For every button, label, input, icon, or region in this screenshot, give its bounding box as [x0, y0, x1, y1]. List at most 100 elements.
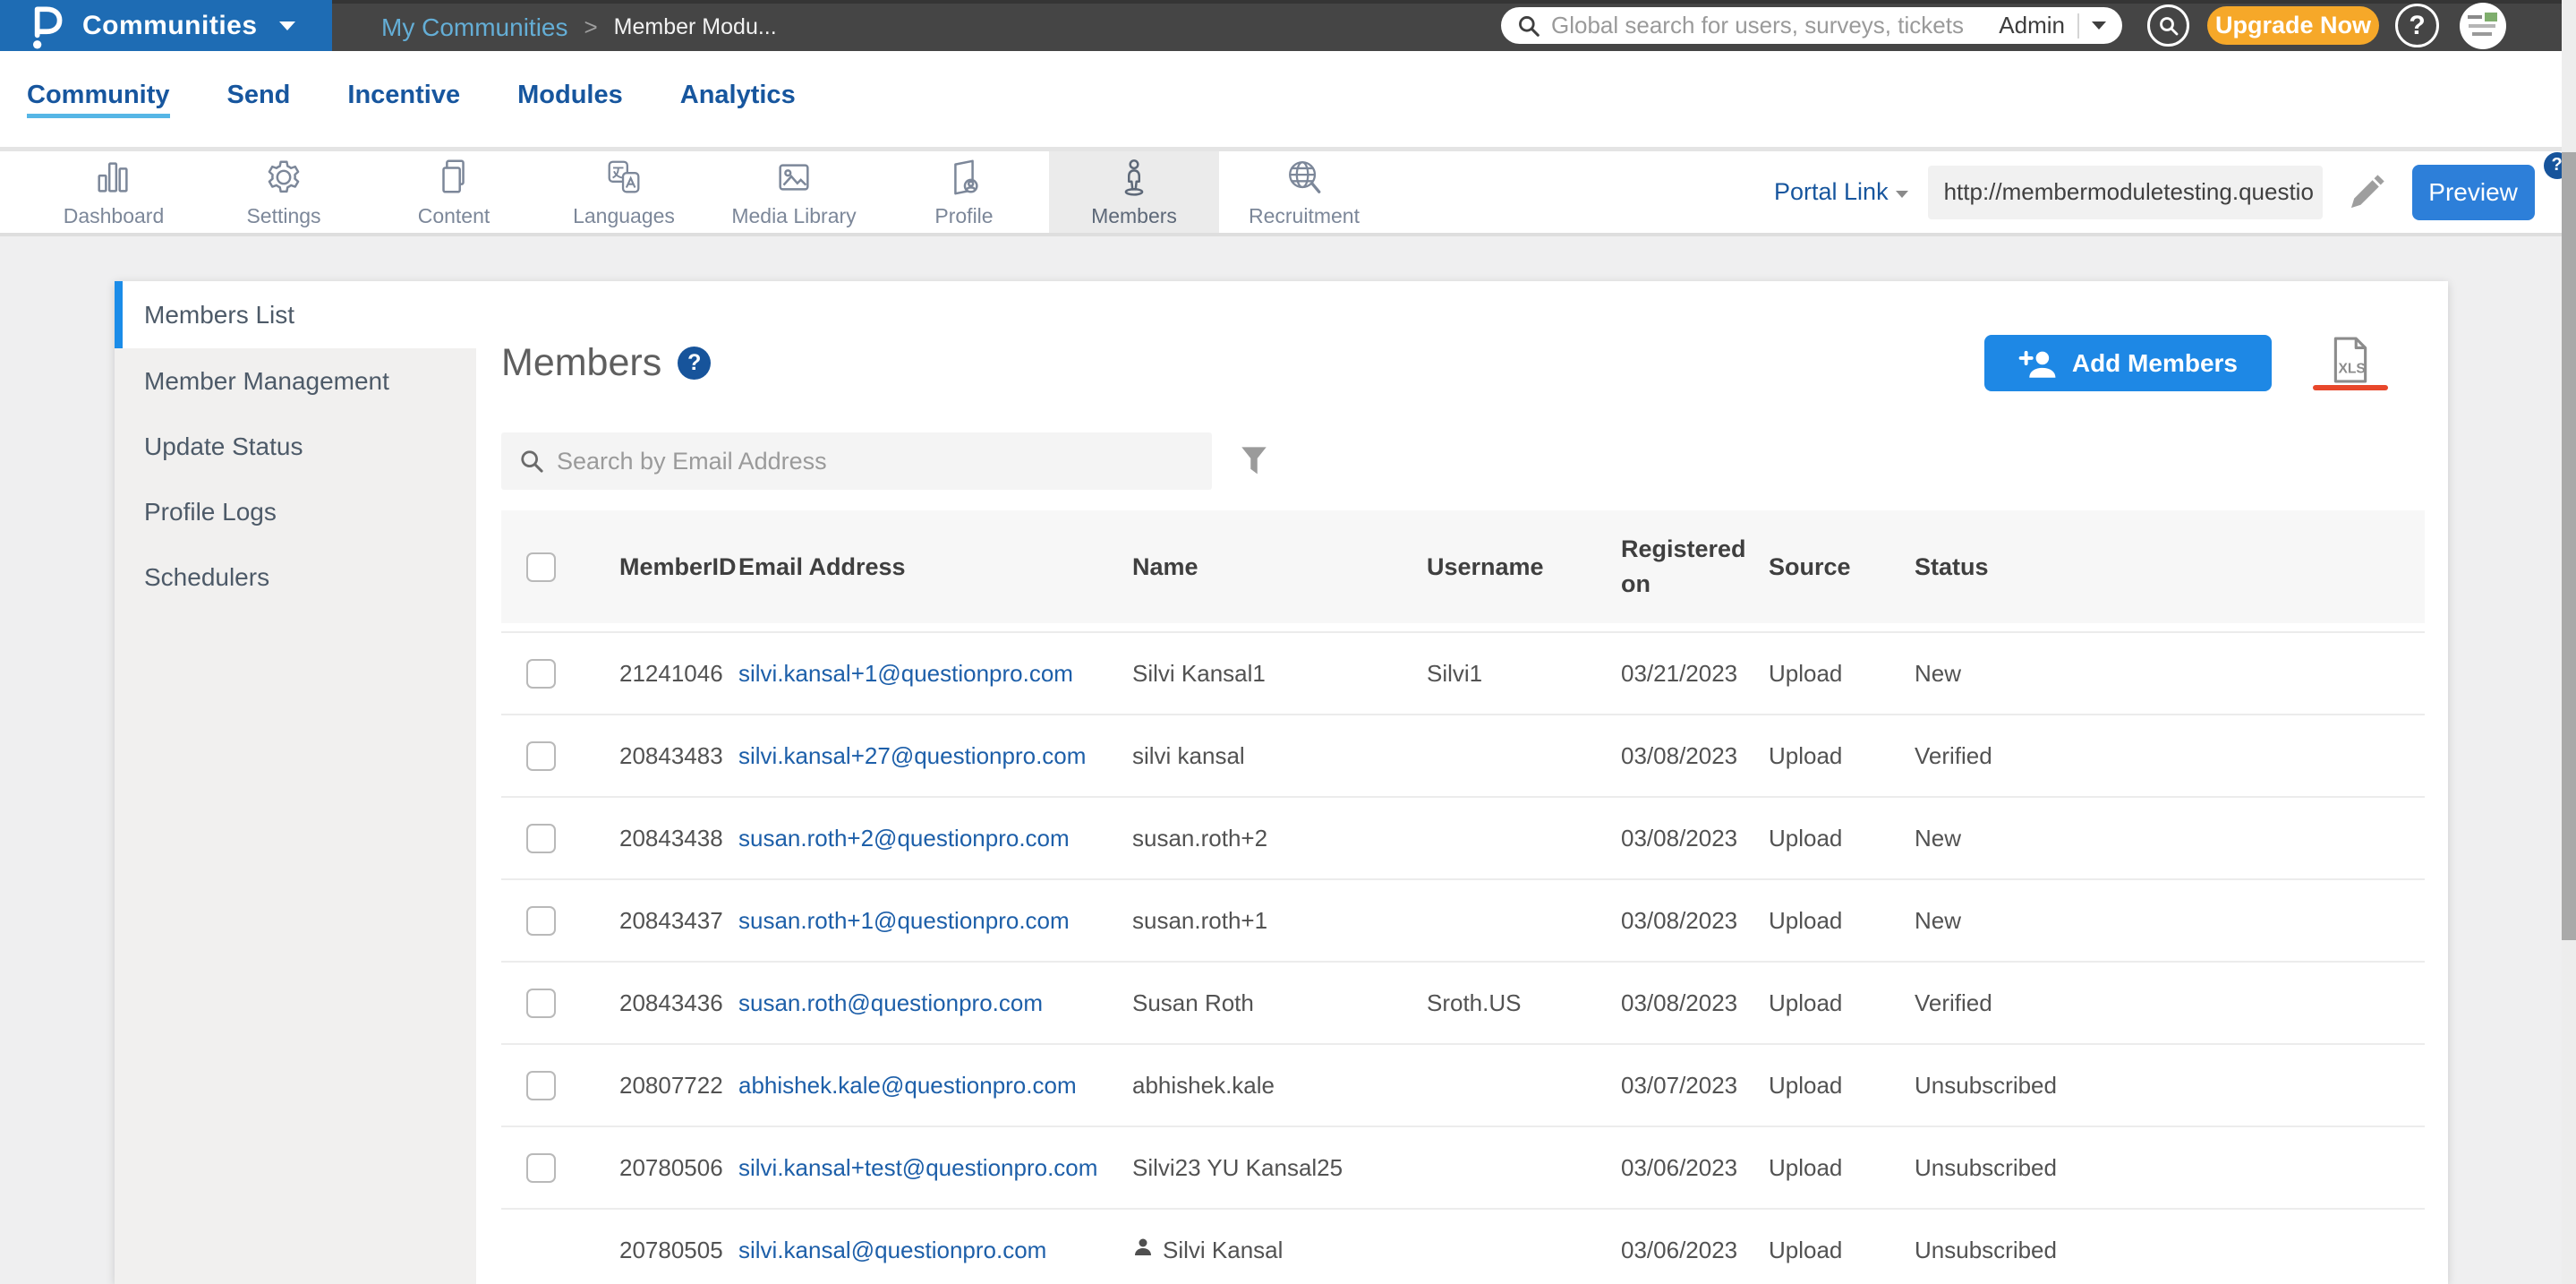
row-checkbox[interactable] [526, 740, 556, 771]
chevron-down-icon[interactable] [1895, 190, 1908, 198]
cell-email-link[interactable]: silvi.kansal@questionpro.com [738, 1237, 1046, 1263]
cell-name: Susan Roth [1132, 989, 1254, 1016]
cell-member-id: 20807722 [619, 1071, 723, 1099]
toolbar-item[interactable]: Content [369, 151, 539, 233]
row-checkbox[interactable] [526, 1152, 556, 1183]
members-card: Members List Member Management Update St… [115, 281, 2448, 1284]
add-members-button[interactable]: Add Members [1983, 335, 2272, 391]
row-checkbox[interactable] [526, 658, 556, 689]
cell-status: Unsubscribed [1915, 1071, 2057, 1099]
scrollbar-thumb[interactable] [2562, 152, 2576, 940]
global-search: Admin [1501, 7, 2122, 44]
cell-source: Upload [1769, 1153, 1843, 1181]
cell-status: New [1915, 906, 1962, 934]
cell-member-id: 20780505 [619, 1236, 723, 1263]
sidebar-item[interactable]: Member Management [115, 348, 476, 414]
search-submit-button[interactable] [2147, 4, 2189, 47]
edit-pencil-icon[interactable] [2348, 174, 2385, 211]
toolbar-item[interactable]: Languages [539, 151, 709, 233]
sidebar-item[interactable]: Members List [115, 281, 476, 348]
col-name[interactable]: Name [1123, 553, 1419, 581]
col-status[interactable]: Status [1906, 553, 2425, 581]
col-registered[interactable]: Registered on [1611, 532, 1759, 602]
cell-source: Upload [1769, 906, 1843, 934]
members-icon [1113, 156, 1155, 199]
portal-link-label[interactable]: Portal Link [1774, 178, 1889, 206]
filter-icon[interactable] [1241, 446, 1267, 476]
search-icon [2159, 16, 2178, 35]
cell-member-id: 20843483 [619, 741, 723, 769]
portal-url-field[interactable]: http://membermoduletesting.questio [1927, 165, 2323, 219]
cell-name: Silvi Kansal1 [1132, 659, 1266, 687]
cell-status: Unsubscribed [1915, 1236, 2057, 1263]
cell-email-link[interactable]: susan.roth+2@questionpro.com [738, 825, 1070, 852]
nav-tab[interactable]: Analytics [680, 81, 796, 118]
table-row: 20843436 susan.roth@questionpro.com Susa… [501, 963, 2425, 1045]
cell-registered: 03/08/2023 [1621, 906, 1738, 934]
toolbar-item[interactable]: Settings [199, 151, 369, 233]
toolbar-item[interactable]: Recruitment [1219, 151, 1389, 233]
search-icon [1519, 15, 1540, 37]
toolbar-item[interactable]: Profile [879, 151, 1049, 233]
cell-email-link[interactable]: silvi.kansal+27@questionpro.com [738, 742, 1086, 769]
languages-icon [603, 156, 644, 199]
row-checkbox[interactable] [526, 905, 556, 936]
search-scope-label: Admin [1999, 12, 2065, 39]
toolbar-item[interactable]: Media Library [709, 151, 879, 233]
col-member-id[interactable]: MemberID [609, 553, 737, 581]
nav-tab[interactable]: Incentive [347, 81, 460, 118]
global-search-input[interactable] [1551, 12, 2000, 39]
help-button[interactable]: ? [2395, 4, 2439, 47]
cell-registered: 03/08/2023 [1621, 741, 1738, 769]
nav-tab[interactable]: Send [227, 81, 291, 118]
breadcrumb-current: Member Modu... [613, 14, 777, 39]
cell-email-link[interactable]: silvi.kansal+1@questionpro.com [738, 660, 1073, 687]
cell-email-link[interactable]: silvi.kansal+test@questionpro.com [738, 1154, 1097, 1181]
avatar[interactable] [2460, 3, 2506, 49]
cell-email-link[interactable]: susan.roth@questionpro.com [738, 989, 1043, 1016]
member-search-input[interactable] [557, 447, 1194, 475]
brand-block[interactable]: Communities [0, 0, 332, 51]
search-icon [521, 450, 543, 473]
cell-member-id: 21241046 [619, 659, 723, 687]
sidebar-item[interactable]: Update Status [115, 414, 476, 479]
toolbar-item[interactable]: Dashboard [29, 151, 199, 233]
cell-name: abhishek.kale [1132, 1071, 1275, 1099]
breadcrumb: My Communities > Member Modu... [381, 4, 777, 51]
media-library-icon [773, 156, 815, 199]
select-all-checkbox[interactable] [526, 552, 556, 582]
export-xls-button[interactable]: XLS [2313, 337, 2388, 390]
export-underline [2313, 384, 2388, 390]
cell-registered: 03/06/2023 [1621, 1153, 1738, 1181]
title-help-badge[interactable]: ? [678, 347, 712, 380]
nav-tabs: Community Send Incentive Modules Analyti… [0, 51, 2576, 147]
chevron-down-icon[interactable] [2092, 21, 2106, 30]
col-email[interactable]: Email Address [729, 553, 1123, 581]
row-checkbox[interactable] [526, 988, 556, 1018]
table-body: 21241046 silvi.kansal+1@questionpro.com … [501, 631, 2425, 1284]
table-header: MemberID Email Address Name Username Reg… [501, 510, 2425, 623]
toolbar-item[interactable]: Members [1049, 151, 1219, 233]
breadcrumb-parent-link[interactable]: My Communities [381, 13, 567, 42]
nav-tab[interactable]: Modules [517, 81, 623, 118]
row-checkbox[interactable] [526, 1070, 556, 1100]
nav-tab[interactable]: Community [27, 81, 170, 118]
chevron-down-icon [278, 21, 295, 30]
table-row: 20843437 susan.roth+1@questionpro.com su… [501, 880, 2425, 963]
sidebar-item[interactable]: Schedulers [115, 544, 476, 610]
cell-email-link[interactable]: susan.roth+1@questionpro.com [738, 907, 1070, 934]
cell-email-link[interactable]: abhishek.kale@questionpro.com [738, 1072, 1077, 1099]
row-checkbox[interactable] [526, 823, 556, 853]
cell-registered: 03/08/2023 [1621, 824, 1738, 852]
person-add-icon [2018, 350, 2056, 378]
sidebar-item[interactable]: Profile Logs [115, 479, 476, 544]
cell-member-id: 20843436 [619, 989, 723, 1016]
cell-registered: 03/06/2023 [1621, 1236, 1738, 1263]
sidebar: Members List Member Management Update St… [115, 281, 476, 1284]
divider [2077, 13, 2079, 39]
preview-button[interactable]: Preview [2411, 164, 2535, 220]
upgrade-now-button[interactable]: Upgrade Now [2207, 6, 2379, 45]
col-username[interactable]: Username [1419, 553, 1611, 581]
scrollbar-track[interactable] [2562, 0, 2576, 1284]
col-source[interactable]: Source [1759, 553, 1906, 581]
